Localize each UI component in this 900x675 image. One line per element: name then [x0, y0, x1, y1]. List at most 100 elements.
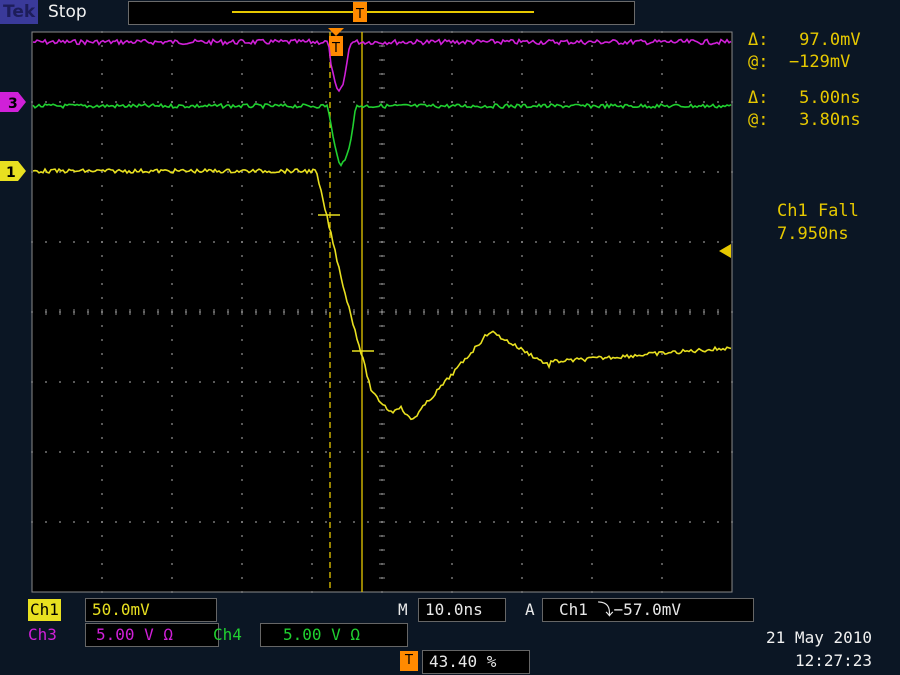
trigger-label: A	[525, 600, 535, 619]
grid-dot	[661, 269, 663, 271]
grid-dot	[339, 241, 341, 243]
ch1-ground-marker[interactable]: 1	[0, 161, 26, 181]
grid-dot	[451, 143, 453, 145]
grid-dot	[591, 521, 593, 523]
grid-dot	[171, 73, 173, 75]
grid-dot	[171, 353, 173, 355]
grid-dot	[325, 101, 327, 103]
grid-dot	[283, 381, 285, 383]
grid-dot	[45, 451, 47, 453]
grid-dot	[129, 381, 131, 383]
trigger-source: Ch1	[559, 600, 588, 619]
grid-dot	[101, 479, 103, 481]
grid-dot	[521, 437, 523, 439]
grid-dot	[675, 171, 677, 173]
grid-dot	[661, 423, 663, 425]
grid-dot	[535, 101, 537, 103]
grid-dot	[311, 115, 313, 117]
ch1-scale[interactable]: 50.0mV	[85, 598, 217, 622]
grid-dot	[423, 451, 425, 453]
grid-dot	[493, 171, 495, 173]
grid-dot	[241, 157, 243, 159]
grid-dot	[353, 101, 355, 103]
grid-dot	[535, 521, 537, 523]
grid-dot	[493, 381, 495, 383]
grid-dot	[591, 325, 593, 327]
ch3-ground-marker[interactable]: 3	[0, 92, 26, 112]
grid-dot	[241, 87, 243, 89]
grid-dot	[675, 381, 677, 383]
grid-dot	[339, 101, 341, 103]
grid-dot	[171, 367, 173, 369]
grid-dot	[689, 101, 691, 103]
grid-dot	[577, 101, 579, 103]
grid-dot	[297, 381, 299, 383]
grid-dot	[325, 521, 327, 523]
grid-dot	[451, 171, 453, 173]
grid-dot	[227, 521, 229, 523]
grid-dot	[591, 535, 593, 537]
grid-dot	[451, 479, 453, 481]
grid-dot	[521, 59, 523, 61]
grid-dot	[591, 157, 593, 159]
grid-dot	[717, 521, 719, 523]
grid-dot	[731, 521, 733, 523]
grid-dot	[591, 591, 593, 593]
grid-dot	[171, 451, 173, 453]
grid-dot	[101, 157, 103, 159]
grid-dot	[479, 451, 481, 453]
grid-dot	[171, 241, 173, 243]
grid-dot	[101, 115, 103, 117]
grid-dot	[255, 451, 257, 453]
grid-dot	[241, 423, 243, 425]
grid-dot	[563, 171, 565, 173]
grid-dot	[451, 241, 453, 243]
grid-dot	[185, 101, 187, 103]
trigger-position-readout[interactable]: 43.40 %	[422, 650, 530, 674]
grid-dot	[591, 437, 593, 439]
ch3-scale[interactable]: 5.00 V Ω	[85, 623, 219, 647]
grid-dot	[479, 241, 481, 243]
grid-dot	[521, 171, 523, 173]
grid-dot	[311, 143, 313, 145]
grid-dot	[241, 325, 243, 327]
trigger-readout[interactable]: Ch1 ⤵−57.0mV	[542, 598, 754, 622]
grid-dot	[563, 101, 565, 103]
grid-dot	[227, 451, 229, 453]
grid-dot	[311, 325, 313, 327]
grid-dot	[661, 31, 663, 33]
grid-dot	[521, 339, 523, 341]
grid-dot	[549, 171, 551, 173]
measurement-value: 7.950ns	[777, 224, 849, 244]
grid-dot	[353, 241, 355, 243]
ch1-label[interactable]: Ch1	[28, 599, 61, 621]
grid-dot	[591, 213, 593, 215]
grid-dot	[241, 115, 243, 117]
ch4-label[interactable]: Ch4	[213, 624, 242, 646]
grid-dot	[395, 521, 397, 523]
ch4-scale[interactable]: 5.00 V Ω	[260, 623, 408, 647]
grid-dot	[311, 59, 313, 61]
grid-dot	[451, 101, 453, 103]
grid-dot	[171, 549, 173, 551]
grid-dot	[101, 45, 103, 47]
grid-dot	[227, 381, 229, 383]
grid-dot	[493, 241, 495, 243]
grid-dot	[689, 381, 691, 383]
grid-dot	[409, 521, 411, 523]
grid-dot	[73, 521, 75, 523]
grid-dot	[129, 521, 131, 523]
grid-dot	[549, 451, 551, 453]
timebase-value[interactable]: 10.0ns	[418, 598, 506, 622]
grid-dot	[661, 59, 663, 61]
grid-dot	[591, 31, 593, 33]
grid-dot	[591, 367, 593, 369]
grid-dot	[591, 241, 593, 243]
grid-dot	[199, 101, 201, 103]
grid-dot	[451, 157, 453, 159]
ch3-label[interactable]: Ch3	[28, 624, 57, 646]
grid-dot	[731, 101, 733, 103]
grid-dot	[241, 101, 243, 103]
grid-dot	[241, 283, 243, 285]
grid-dot	[605, 451, 607, 453]
